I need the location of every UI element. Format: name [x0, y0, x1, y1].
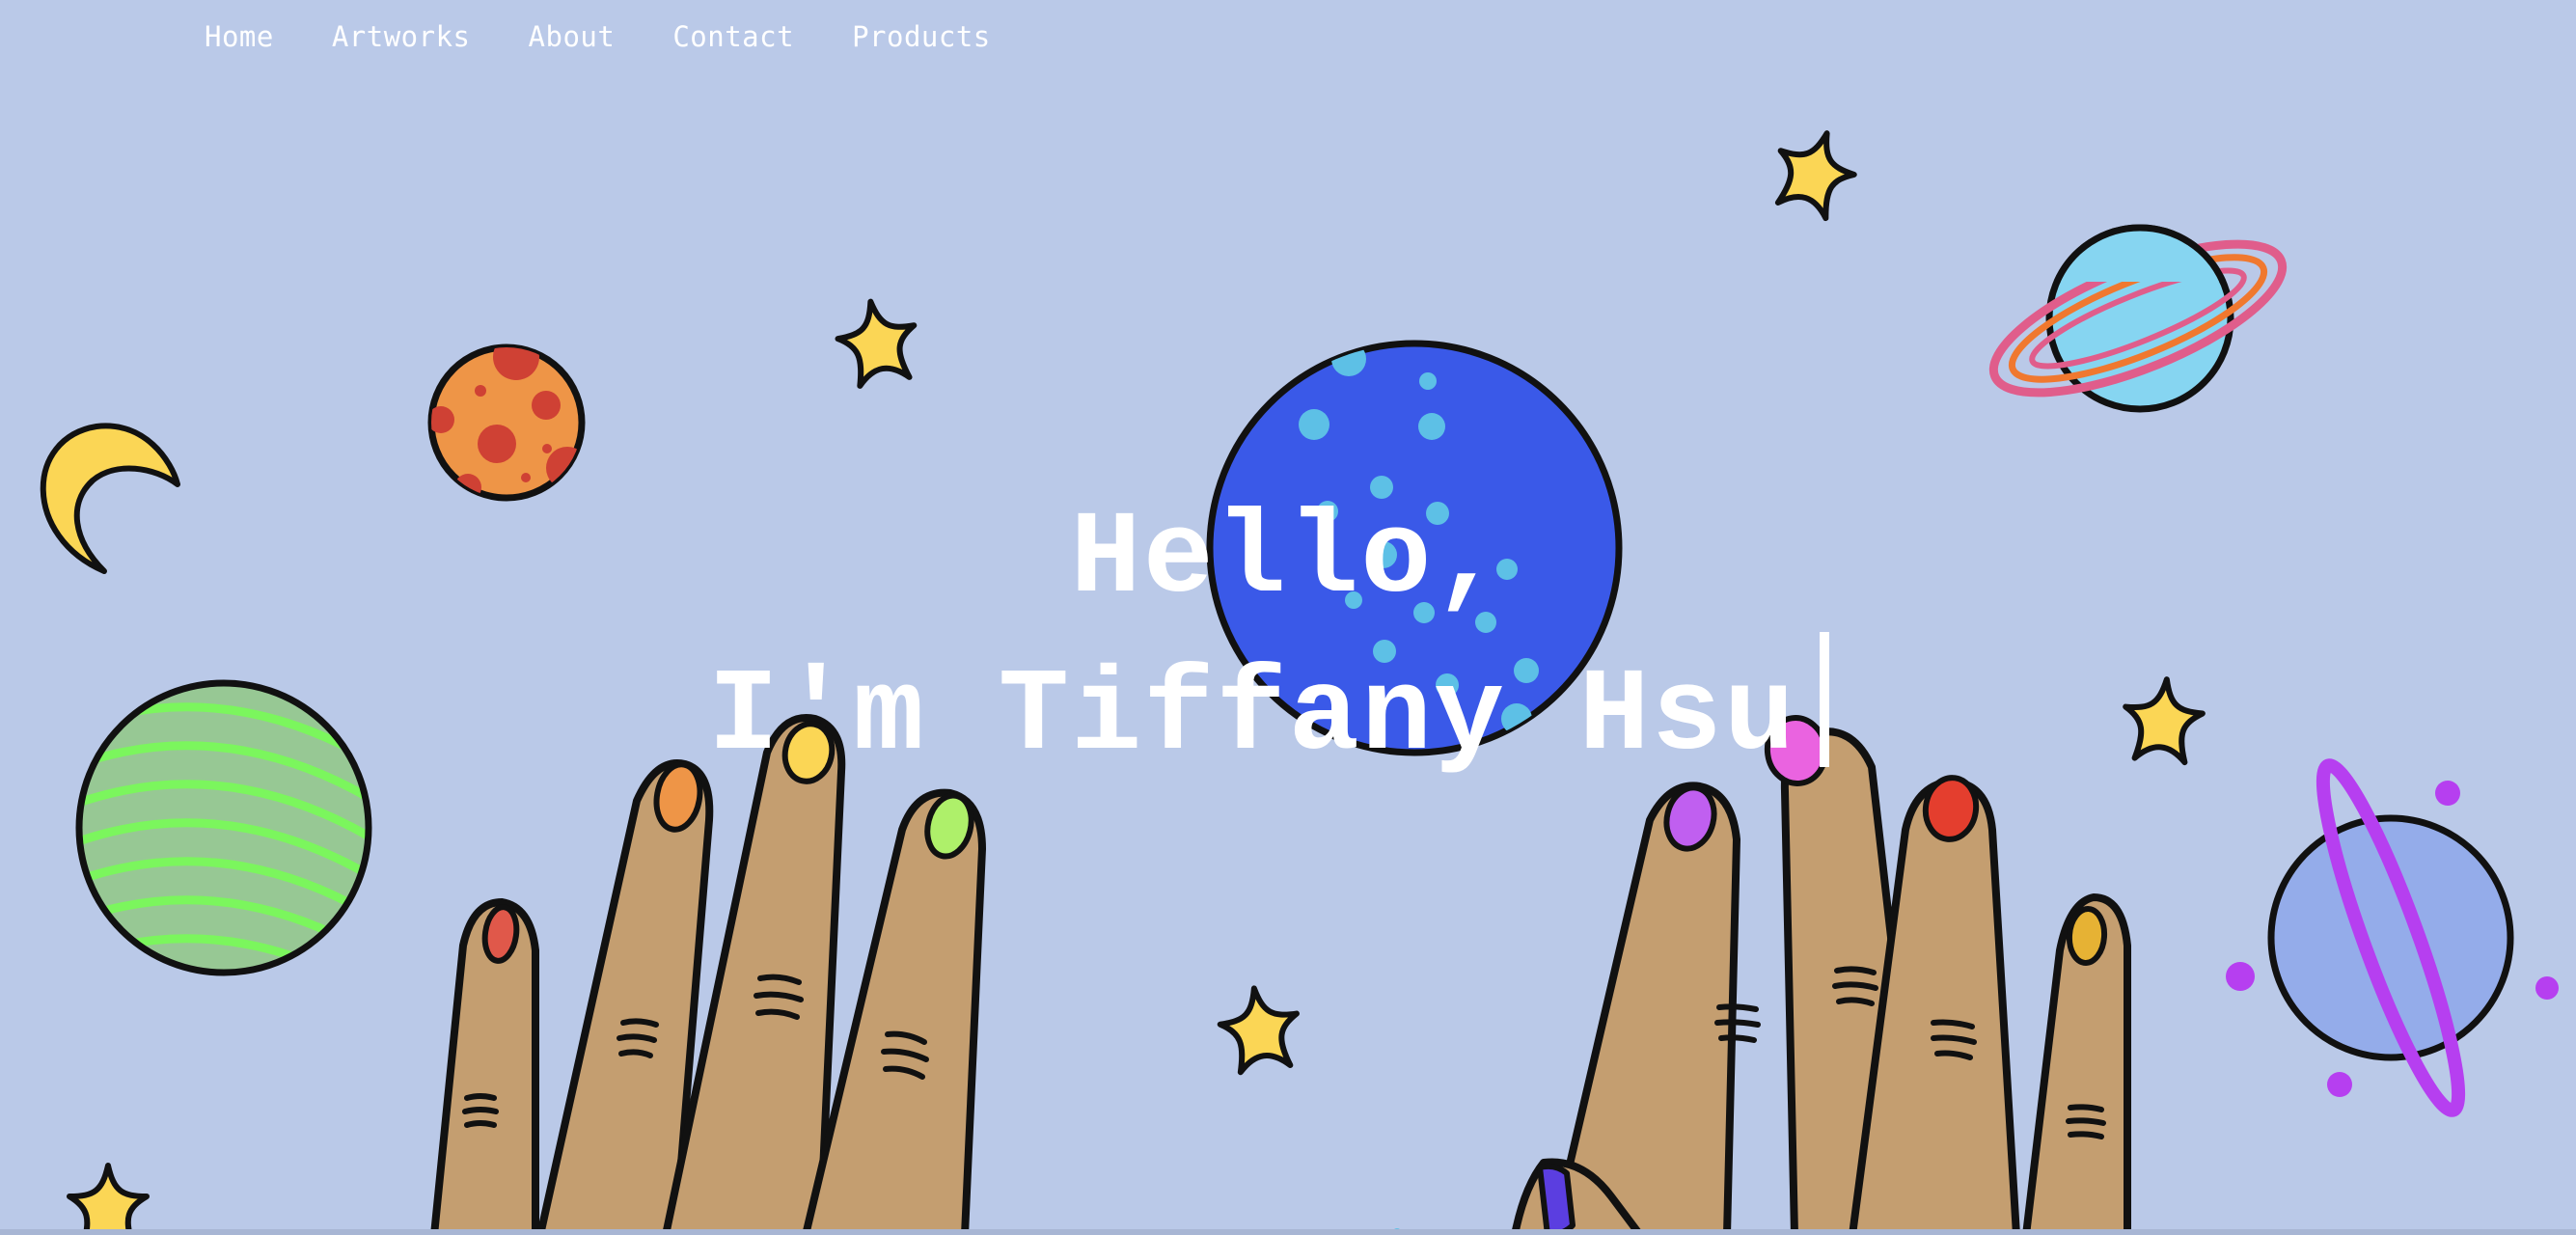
nav-link-about[interactable]: About — [529, 17, 616, 56]
star-icon — [1216, 983, 1303, 1074]
bottom-edge — [0, 1229, 2576, 1235]
star-icon — [69, 1166, 147, 1235]
hero-greeting: Hello, — [1070, 492, 1506, 626]
nav-link-contact[interactable]: Contact — [672, 17, 794, 56]
hero-intro: I'm Tiffany Hsu — [707, 649, 1797, 783]
top-navigation: Home Artworks About Contact Products — [205, 17, 991, 56]
purple-ringed-planet-icon — [2226, 758, 2559, 1117]
orange-planet-icon — [427, 343, 586, 502]
star-icon — [833, 295, 922, 389]
right-hand-illustration — [1511, 715, 2131, 1235]
hero-intro-line: I'm Tiffany Hsu — [0, 632, 2576, 789]
star-icon — [1766, 122, 1864, 223]
nav-link-artworks[interactable]: Artworks — [332, 17, 471, 56]
nav-link-products[interactable]: Products — [852, 17, 991, 56]
left-hand-illustration — [430, 714, 986, 1235]
ringed-planet-icon — [1988, 224, 2288, 413]
nav-link-home[interactable]: Home — [205, 17, 274, 56]
typing-caret — [1820, 632, 1830, 767]
hero-heading: Hello, I'm Tiffany Hsu — [0, 487, 2576, 789]
hero-page: Home Artworks About Contact Products Hel… — [0, 0, 2576, 1235]
